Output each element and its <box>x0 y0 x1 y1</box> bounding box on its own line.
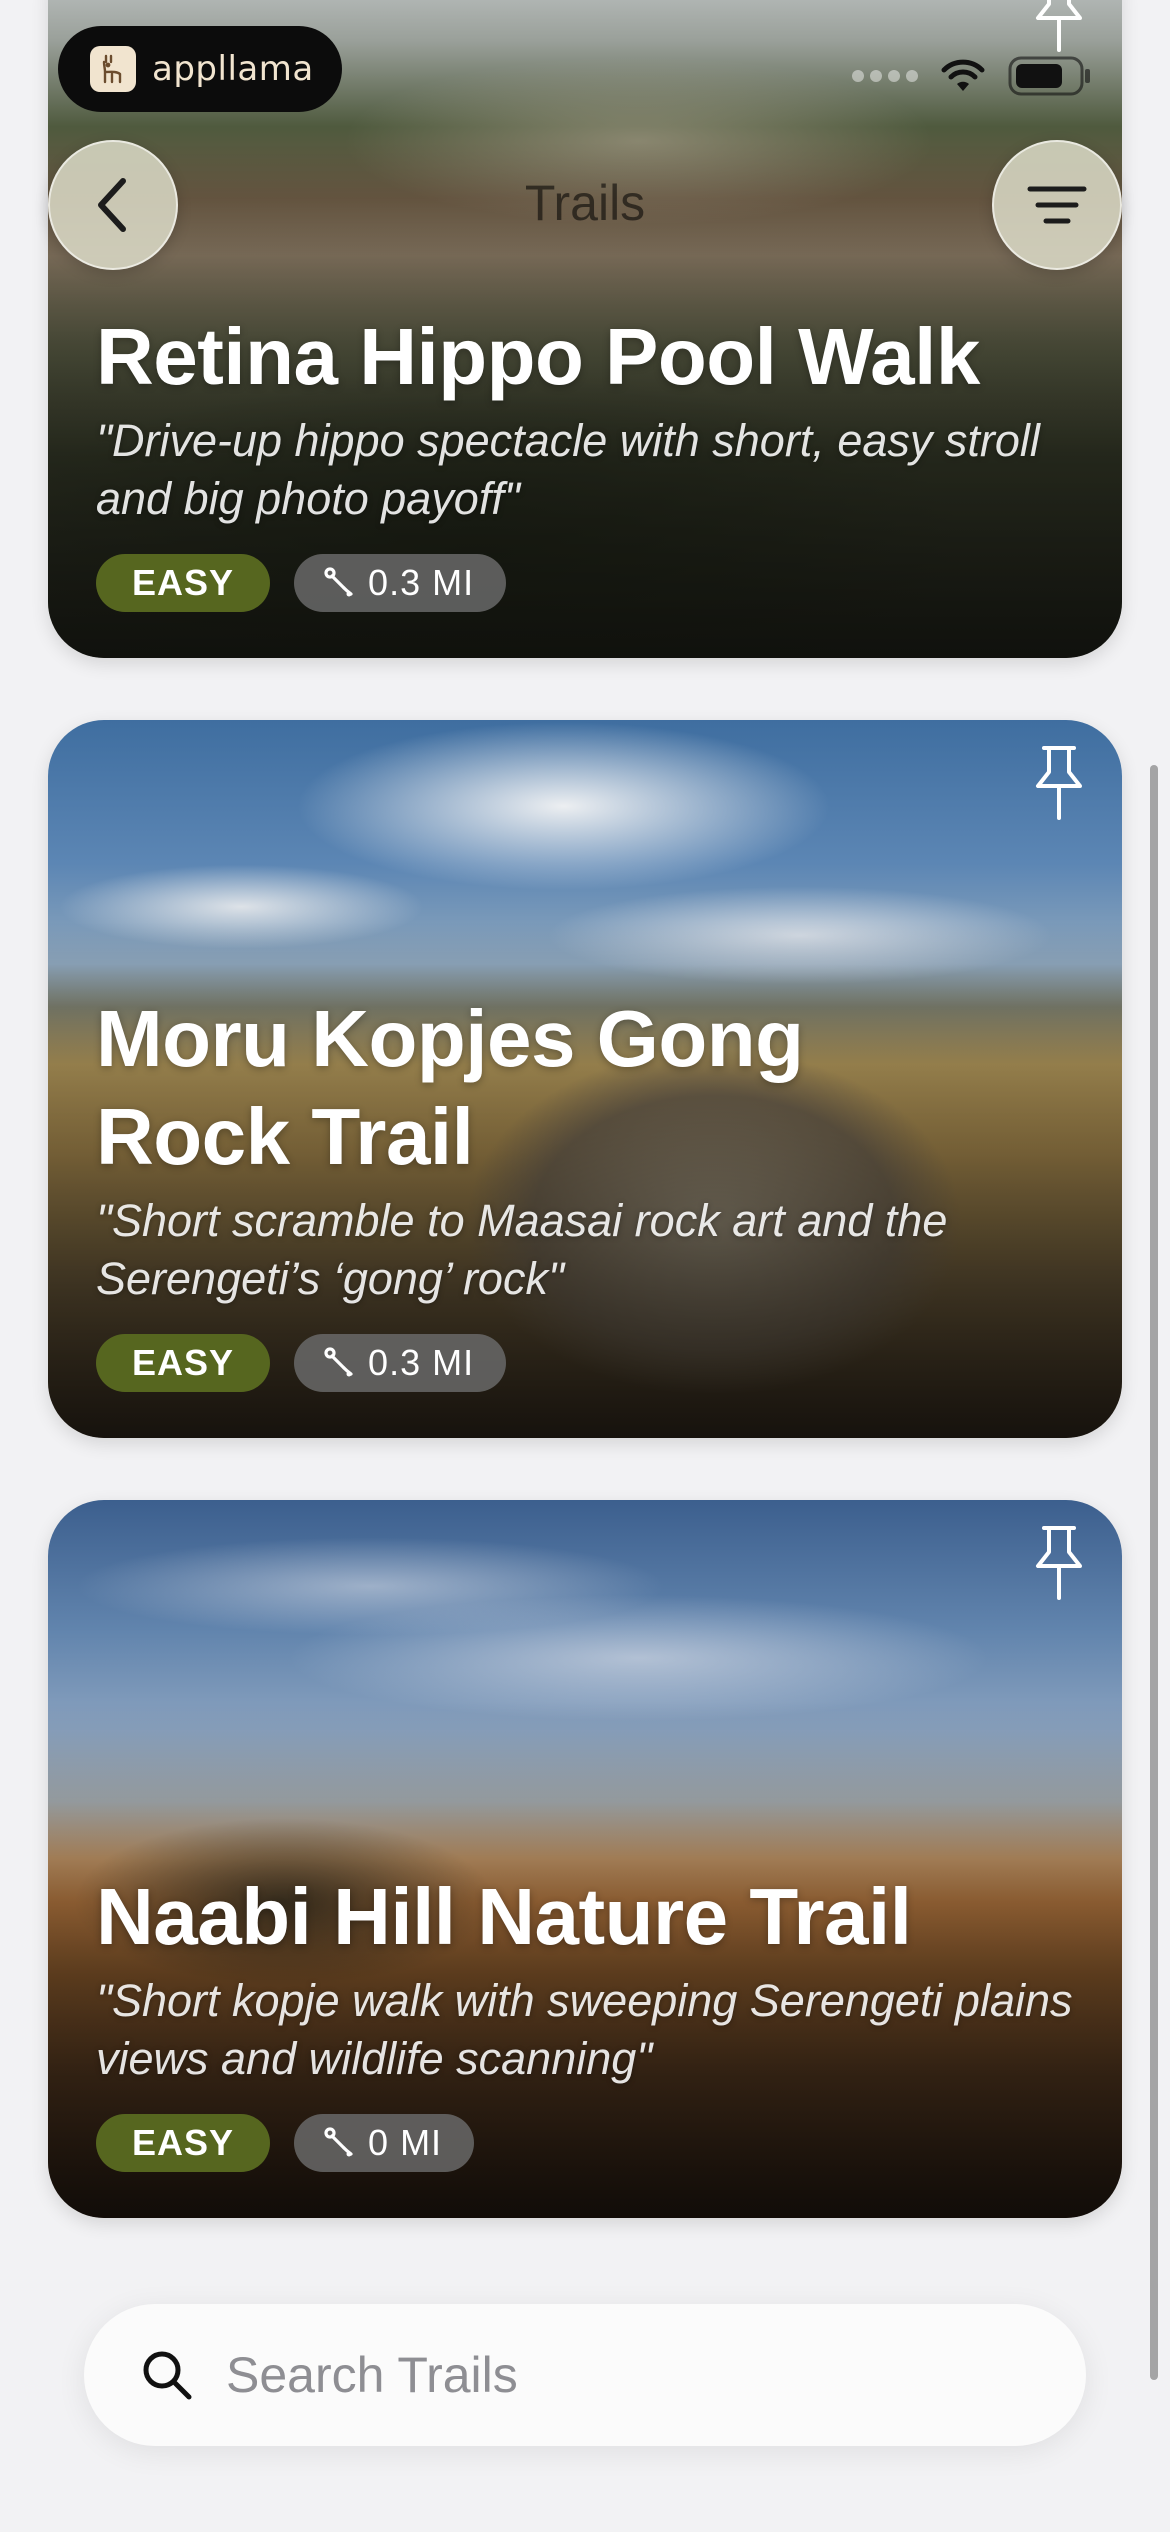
route-icon <box>324 567 353 597</box>
llama-logo-icon <box>90 46 136 92</box>
nav-bar: Trails <box>0 140 1170 270</box>
signal-dots-icon <box>852 70 918 82</box>
trail-badges: EASY 0 MI <box>96 2114 1074 2172</box>
distance-label: 0.3 MI <box>368 562 475 603</box>
distance-badge: 0.3 MI <box>294 1334 507 1392</box>
battery-icon <box>1008 56 1090 96</box>
scrollbar[interactable] <box>1150 765 1158 2380</box>
trail-card[interactable]: Moru Kopjes Gong Rock Trail "Short scram… <box>48 720 1122 1438</box>
trail-badges: EASY 0.3 MI <box>96 554 1074 612</box>
pin-icon[interactable] <box>1030 0 1088 54</box>
difficulty-badge: EASY <box>96 2114 271 2172</box>
search-bar[interactable] <box>84 2304 1086 2446</box>
difficulty-badge: EASY <box>96 554 271 612</box>
pin-icon[interactable] <box>1030 1524 1088 1602</box>
status-icons <box>852 56 1092 96</box>
distance-label: 0 MI <box>368 2122 443 2163</box>
trail-tagline: "Drive-up hippo spectacle with short, ea… <box>96 415 1040 524</box>
route-icon <box>324 2127 353 2157</box>
trails-screen: Retina Hippo Pool Walk "Drive-up hippo s… <box>0 0 1170 2532</box>
filter-menu-button[interactable] <box>992 140 1122 270</box>
route-icon <box>324 1347 353 1377</box>
brand-name: appllama <box>152 49 314 89</box>
trail-tagline: "Short scramble to Maasai rock art and t… <box>96 1195 948 1304</box>
filter-lines-icon <box>1027 186 1087 224</box>
trail-card[interactable]: Naabi Hill Nature Trail "Short kopje wal… <box>48 1500 1122 2218</box>
brand-pill: appllama <box>58 26 342 112</box>
wifi-icon <box>941 59 985 91</box>
trail-badges: EASY 0.3 MI <box>96 1334 1074 1392</box>
pin-icon[interactable] <box>1030 744 1088 822</box>
distance-badge: 0.3 MI <box>294 554 507 612</box>
distance-label: 0.3 MI <box>368 1342 475 1383</box>
search-icon <box>143 2351 192 2400</box>
difficulty-badge: EASY <box>96 1334 271 1392</box>
trail-tagline: "Short kopje walk with sweeping Serenget… <box>96 1975 1073 2084</box>
distance-badge: 0 MI <box>294 2114 475 2172</box>
trail-title: Retina Hippo Pool Walk <box>96 312 980 401</box>
trail-title: Naabi Hill Nature Trail <box>96 1872 912 1961</box>
trail-title: Moru Kopjes Gong Rock Trail <box>96 994 804 1181</box>
search-input[interactable] <box>226 2346 986 2404</box>
